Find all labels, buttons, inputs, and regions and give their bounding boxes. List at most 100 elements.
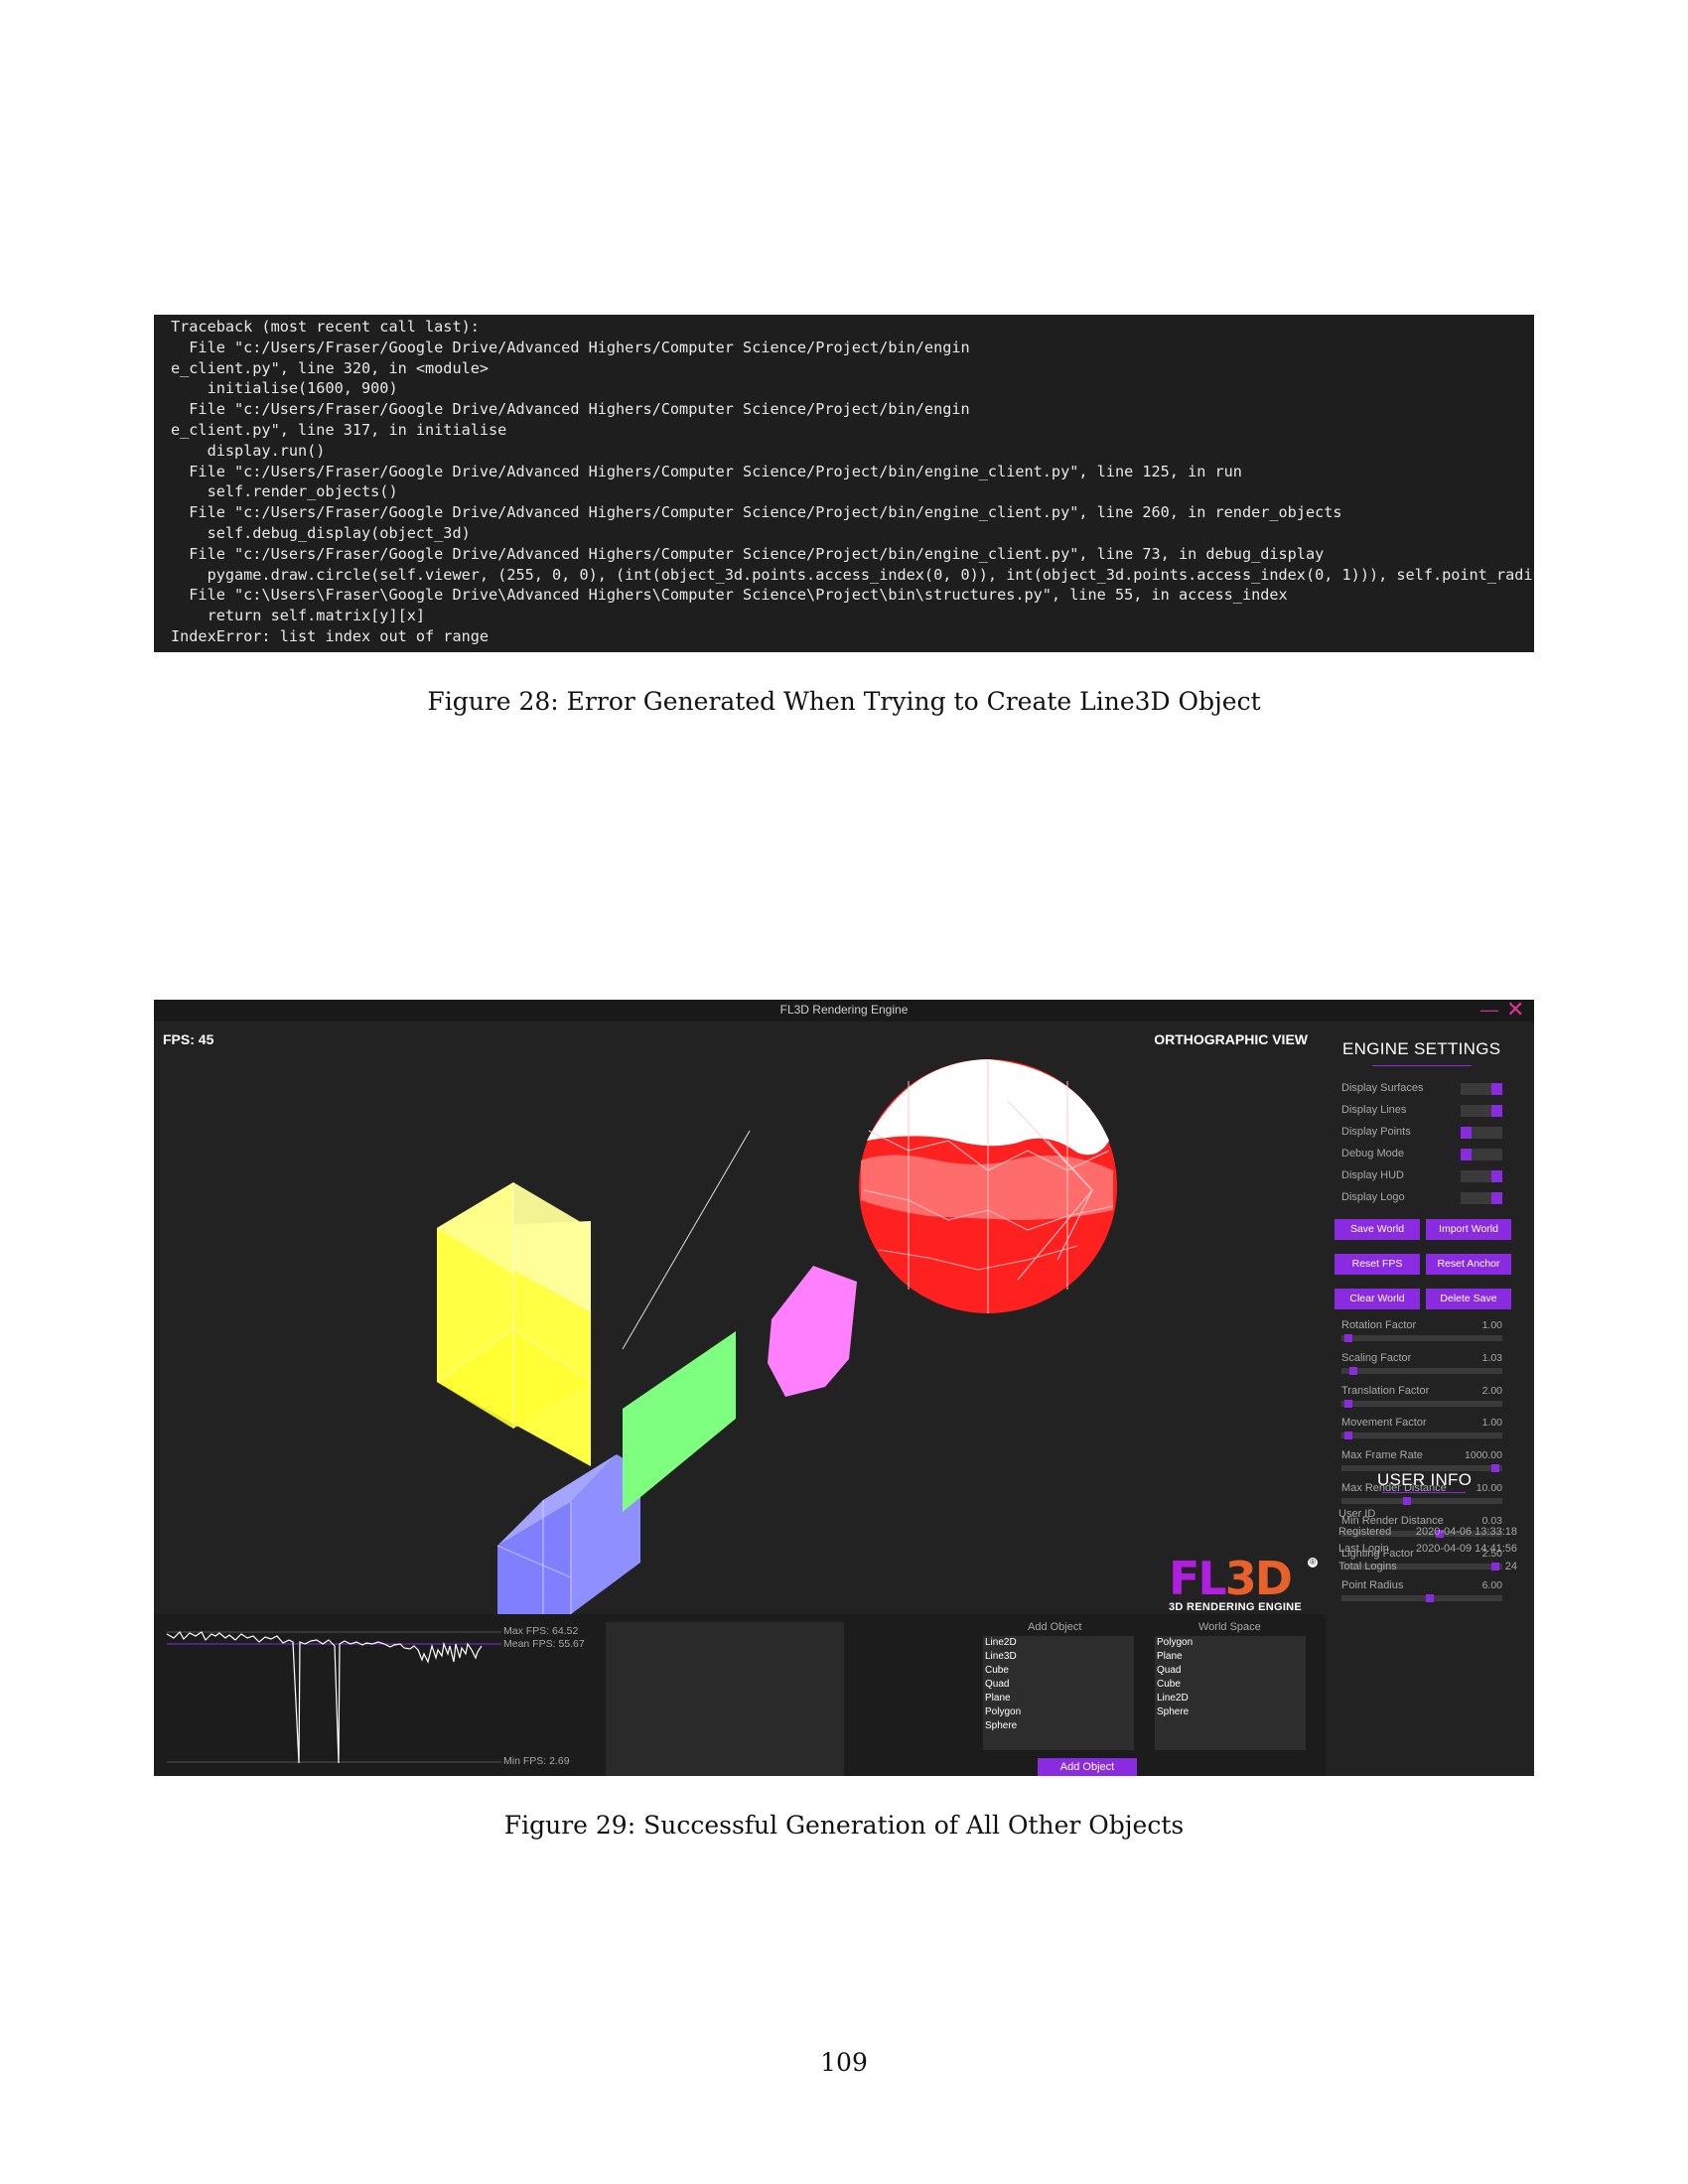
render-viewport[interactable]: FPS: 45 ORTHOGRAPHIC VIEW FL3D 3D RENDER… — [154, 1022, 1326, 1614]
slider-handle[interactable] — [1349, 1366, 1357, 1375]
slider-handle[interactable] — [1426, 1594, 1434, 1603]
logo-3d: 3D — [1224, 1552, 1293, 1605]
traceback-line: initialise(1600, 900) — [171, 379, 398, 398]
delete-save-button[interactable]: Delete Save — [1426, 1289, 1511, 1309]
user-info-label: Registered — [1338, 1525, 1392, 1538]
list-item[interactable]: Plane — [985, 1693, 1011, 1704]
slider-value: 1.03 — [1481, 1351, 1502, 1364]
toggle-switch[interactable] — [1461, 1170, 1502, 1182]
list-item[interactable]: Cube — [1157, 1679, 1181, 1690]
plane-object — [623, 1331, 736, 1512]
list-item[interactable]: Sphere — [985, 1720, 1017, 1731]
list-item[interactable]: Plane — [1157, 1651, 1183, 1662]
slider-track[interactable] — [1341, 1497, 1502, 1505]
clear-world-button[interactable]: Clear World — [1335, 1289, 1420, 1309]
reset-anchor-button[interactable]: Reset Anchor — [1426, 1254, 1511, 1275]
list-item[interactable]: Line2D — [1157, 1693, 1189, 1704]
user-info-title: USER INFO — [1377, 1470, 1473, 1489]
toggle-switch[interactable] — [1461, 1105, 1502, 1117]
toggle-knob — [1491, 1083, 1502, 1095]
sphere-object — [859, 1059, 1117, 1313]
list-item[interactable]: Line2D — [985, 1637, 1017, 1648]
add-object-list[interactable]: Line2D Line3D Cube Quad Plane Polygon Sphere — [983, 1636, 1134, 1750]
reset-fps-button[interactable]: Reset FPS — [1335, 1254, 1420, 1275]
toggle-label: Display HUD — [1341, 1169, 1404, 1181]
traceback-line: Traceback (most recent call last): — [171, 318, 480, 336]
toggle-row: Display Points — [1341, 1125, 1510, 1141]
user-info-label: Total Logins — [1338, 1560, 1397, 1572]
polygon-object — [768, 1266, 857, 1397]
traceback-line: display.run() — [171, 441, 326, 460]
slider-value: 1000.00 — [1465, 1449, 1502, 1462]
slider-handle[interactable] — [1491, 1464, 1499, 1473]
traceback-line: pygame.draw.circle(self.viewer, (255, 0,… — [171, 565, 1534, 584]
figure-29-caption: Figure 29: Successful Generation of All … — [503, 1811, 1185, 1840]
toggle-switch[interactable] — [1461, 1127, 1502, 1139]
min-fps-label: Min FPS: 2.69 — [503, 1755, 570, 1767]
toggle-knob — [1491, 1105, 1502, 1117]
user-info-value: 2020-04-06 13:33:18 — [1415, 1525, 1517, 1538]
logo-subtitle: 3D RENDERING ENGINE — [1169, 1601, 1303, 1613]
fl3d-logo: FL3D 3D RENDERING ENGINE ® — [1169, 1556, 1318, 1615]
mean-fps-label: Mean FPS: 55.67 — [503, 1638, 585, 1650]
slider-row: Rotation Factor 1.00 — [1341, 1319, 1502, 1349]
slider-handle[interactable] — [1344, 1399, 1352, 1408]
slider-handle[interactable] — [1344, 1334, 1352, 1342]
slider-handle[interactable] — [1403, 1497, 1411, 1505]
slider-label: Translation Factor — [1341, 1384, 1430, 1397]
traceback-line: File "c:/Users/Fraser/Google Drive/Advan… — [171, 338, 970, 356]
toggle-switch[interactable] — [1461, 1149, 1502, 1160]
page-number: 109 — [820, 2048, 868, 2077]
quad-object — [496, 1454, 640, 1614]
engine-settings-title: ENGINE SETTINGS — [1342, 1039, 1501, 1058]
fps-counter: FPS: 45 — [163, 1031, 214, 1047]
slider-label: Scaling Factor — [1341, 1351, 1412, 1364]
import-world-button[interactable]: Import World — [1426, 1219, 1511, 1240]
slider-label: Rotation Factor — [1341, 1319, 1417, 1331]
slider-track[interactable] — [1341, 1399, 1502, 1408]
toggle-knob — [1461, 1149, 1472, 1160]
add-object-title: Add Object — [1028, 1621, 1082, 1633]
toggle-label: Display Surfaces — [1341, 1082, 1424, 1094]
slider-track[interactable] — [1341, 1594, 1502, 1603]
toggle-row: Display Logo — [1341, 1190, 1510, 1206]
title-divider — [1382, 1492, 1466, 1493]
slider-value: 6.00 — [1481, 1579, 1502, 1592]
slider-track[interactable] — [1341, 1432, 1502, 1440]
toggle-switch[interactable] — [1461, 1192, 1502, 1204]
slider-row: Scaling Factor 1.03 — [1341, 1352, 1502, 1382]
traceback-line: return self.matrix[y][x] — [171, 607, 426, 625]
user-info-value: 24 — [1504, 1560, 1517, 1572]
list-item[interactable]: Line3D — [985, 1651, 1017, 1662]
world-space-list[interactable]: Polygon Plane Quad Cube Line2D Sphere — [1155, 1636, 1306, 1750]
list-item[interactable]: Quad — [1157, 1665, 1181, 1676]
add-object-button[interactable]: Add Object — [1038, 1758, 1137, 1776]
toggle-switch[interactable] — [1461, 1083, 1502, 1095]
world-space-title: World Space — [1198, 1621, 1261, 1633]
user-info-row: Total Logins 24 — [1338, 1561, 1517, 1572]
list-item[interactable]: Sphere — [1157, 1706, 1189, 1717]
slider-track[interactable] — [1341, 1334, 1502, 1342]
traceback-line: self.debug_display(object_3d) — [171, 523, 471, 542]
traceback-line: IndexError: list index out of range — [171, 626, 490, 645]
traceback-line: File "c:/Users/Fraser/Google Drive/Advan… — [171, 503, 1342, 522]
list-item[interactable]: Cube — [985, 1665, 1009, 1676]
slider-track[interactable] — [1341, 1366, 1502, 1375]
window-title: FL3D Rendering Engine — [779, 1003, 909, 1017]
registered-icon: ® — [1308, 1558, 1318, 1568]
minimize-icon[interactable]: — — [1480, 1001, 1498, 1019]
user-info-row: Last Login 2020-04-09 14:41:56 — [1338, 1543, 1517, 1555]
list-item[interactable]: Polygon — [1157, 1637, 1193, 1648]
slider-label: Movement Factor — [1341, 1417, 1427, 1430]
logo-fl: FL — [1169, 1552, 1227, 1605]
user-info-value: 2020-04-09 14:41:56 — [1415, 1543, 1517, 1555]
terminal-screenshot: Traceback (most recent call last): File … — [154, 315, 1534, 652]
list-item[interactable]: Polygon — [985, 1706, 1021, 1717]
slider-handle[interactable] — [1344, 1432, 1352, 1440]
toggle-knob — [1491, 1170, 1502, 1182]
close-icon[interactable]: ✕ — [1506, 1000, 1524, 1021]
max-fps-label: Max FPS: 64.52 — [503, 1625, 579, 1637]
save-world-button[interactable]: Save World — [1335, 1219, 1420, 1240]
list-item[interactable]: Quad — [985, 1679, 1009, 1690]
title-bar: FL3D Rendering Engine — ✕ — [154, 1000, 1534, 1022]
